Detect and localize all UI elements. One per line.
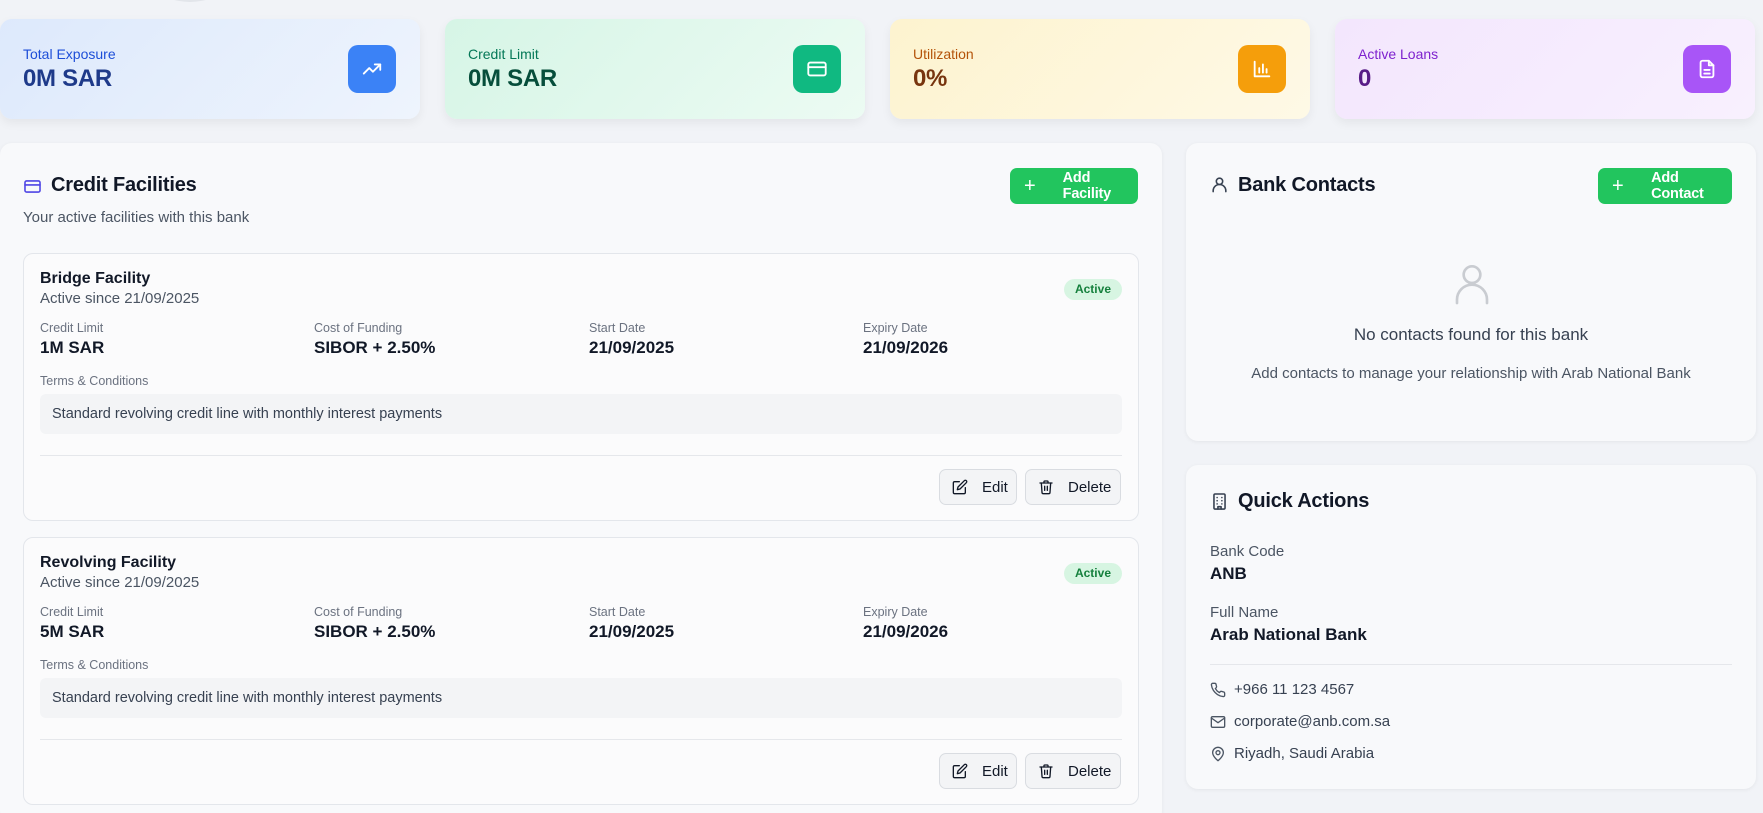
empty-state-title: No contacts found for this bank [1353, 325, 1589, 344]
field-label: Expiry Date [863, 605, 928, 619]
delete-label: Delete [1068, 478, 1112, 496]
facility-name: Revolving Facility [40, 554, 177, 571]
edit-button[interactable]: Edit [939, 469, 1017, 505]
stat-value: 0% [913, 65, 948, 92]
stat-card-active-loans: Active Loans 0 [1335, 19, 1755, 119]
phone-icon [1210, 682, 1226, 697]
add-facility-label: Add Facility [1062, 170, 1112, 202]
phone-row[interactable]: +966 11 123 4567 [1210, 681, 1354, 698]
credit-card-icon [793, 45, 841, 93]
credit-facilities-panel: Credit Facilities + Add Facility Your ac… [0, 143, 1162, 813]
field-label: Credit Limit [40, 321, 104, 335]
stat-label: Credit Limit [468, 46, 539, 62]
panel-title: Credit Facilities [51, 174, 197, 196]
plus-icon: + [1024, 175, 1036, 197]
status-badge: Active [1063, 279, 1122, 300]
mail-icon [1210, 715, 1226, 728]
top-decoration [160, 0, 220, 2]
trending-up-icon [348, 45, 396, 93]
field-label: Terms & Conditions [40, 658, 149, 672]
full-name-label: Full Name [1210, 604, 1279, 621]
field-label: Start Date [589, 605, 646, 619]
divider [40, 455, 1122, 456]
panel-title: Bank Contacts [1238, 174, 1376, 196]
field-label: Cost of Funding [314, 605, 403, 619]
map-pin-icon [1212, 746, 1224, 761]
facility-name: Bridge Facility [40, 270, 151, 287]
credit-card-icon [23, 177, 42, 201]
expiry-date-value: 21/09/2026 [863, 338, 949, 357]
bar-chart-icon [1238, 45, 1286, 93]
divider [40, 739, 1122, 740]
bank-contacts-panel: Bank Contacts + Add Contact No contacts … [1186, 143, 1756, 441]
facility-since: Active since 21/09/2025 [40, 574, 200, 591]
credit-limit-value: 1M SAR [40, 338, 105, 357]
start-date-value: 21/09/2025 [589, 338, 675, 357]
edit-icon [952, 479, 968, 495]
plus-icon: + [1612, 175, 1624, 197]
empty-state-subtitle: Add contacts to manage your relationship… [1251, 365, 1691, 382]
full-name-value: Arab National Bank [1210, 625, 1367, 644]
field-label: Expiry Date [863, 321, 928, 335]
terms-text: Standard revolving credit line with mont… [40, 394, 1122, 434]
delete-button[interactable]: Delete [1025, 469, 1121, 505]
stat-value: 0 [1358, 65, 1372, 92]
phone-text: +966 11 123 4567 [1234, 681, 1355, 698]
edit-label: Edit [982, 478, 1008, 496]
panel-subtitle: Your active facilities with this bank [23, 209, 250, 226]
field-label: Start Date [589, 321, 646, 335]
delete-button[interactable]: Delete [1025, 753, 1121, 789]
location-text: Riyadh, Saudi Arabia [1234, 745, 1375, 762]
trash-icon [1039, 764, 1053, 779]
add-contact-button[interactable]: + Add Contact [1598, 168, 1732, 204]
stat-label: Active Loans [1358, 46, 1439, 62]
email-row[interactable]: corporate@anb.com.sa [1210, 713, 1390, 730]
stat-card-utilization: Utilization 0% [890, 19, 1310, 119]
user-placeholder-icon [1452, 261, 1492, 310]
document-icon [1683, 45, 1731, 93]
facility-since: Active since 21/09/2025 [40, 290, 200, 307]
stat-card-total-exposure: Total Exposure 0M SAR [0, 19, 420, 119]
divider [1210, 664, 1732, 665]
bank-code-value: ANB [1210, 564, 1247, 583]
user-icon [1210, 175, 1229, 199]
building-icon [1210, 492, 1229, 516]
credit-limit-value: 5M SAR [40, 622, 105, 641]
facility-card: Bridge Facility Active since 21/09/2025 … [23, 253, 1139, 521]
status-badge: Active [1063, 563, 1122, 584]
edit-label: Edit [982, 762, 1008, 780]
trash-icon [1039, 480, 1053, 495]
add-facility-button[interactable]: + Add Facility [1010, 168, 1138, 204]
location-row: Riyadh, Saudi Arabia [1210, 745, 1374, 762]
start-date-value: 21/09/2025 [589, 622, 675, 641]
edit-button[interactable]: Edit [939, 753, 1017, 789]
stat-label: Total Exposure [23, 46, 116, 62]
panel-title: Quick Actions [1238, 490, 1370, 512]
delete-label: Delete [1068, 762, 1112, 780]
cost-of-funding-value: SIBOR + 2.50% [314, 622, 436, 641]
field-label: Terms & Conditions [40, 374, 149, 388]
stat-value: 0M SAR [23, 65, 112, 92]
stat-label: Utilization [913, 46, 974, 62]
cost-of-funding-value: SIBOR + 2.50% [314, 338, 436, 357]
bank-code-label: Bank Code [1210, 543, 1285, 560]
field-label: Credit Limit [40, 605, 104, 619]
field-label: Cost of Funding [314, 321, 403, 335]
stats-row: Total Exposure 0M SAR Credit Limit 0M SA… [0, 19, 1763, 119]
quick-actions-panel: Quick Actions Bank Code ANB Full Name Ar… [1186, 465, 1756, 789]
facility-card: Revolving Facility Active since 21/09/20… [23, 537, 1139, 805]
stat-card-credit-limit: Credit Limit 0M SAR [445, 19, 865, 119]
add-contact-label: Add Contact [1651, 170, 1704, 202]
expiry-date-value: 21/09/2026 [863, 622, 949, 641]
edit-icon [952, 763, 968, 779]
stat-value: 0M SAR [468, 65, 557, 92]
terms-text: Standard revolving credit line with mont… [40, 678, 1122, 718]
email-text: corporate@anb.com.sa [1234, 713, 1391, 730]
